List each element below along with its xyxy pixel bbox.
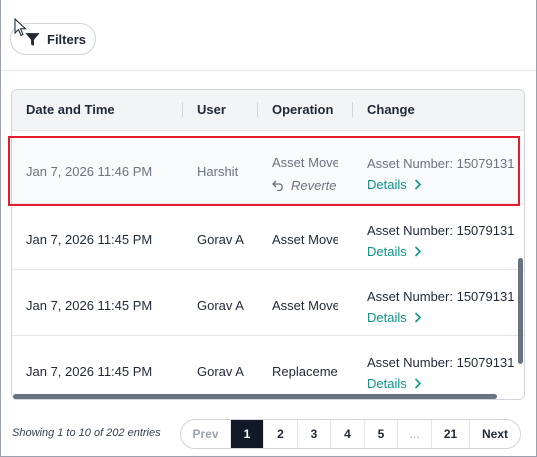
details-link[interactable]: Details <box>367 310 422 325</box>
operation-cell: Asset Move <box>272 232 338 247</box>
table-row[interactable]: Jan 7, 2026 11:45 PM Gorav A Asset Move … <box>12 270 524 336</box>
operation-cell: Asset Move <box>272 155 338 170</box>
operation-cell: Asset Move <box>272 298 338 313</box>
details-link[interactable]: Details <box>367 244 422 259</box>
details-label: Details <box>367 310 407 325</box>
change-cell: Asset Number: 15079131 <box>367 289 515 304</box>
audit-table: Date and Time User Operation Change Jan … <box>11 89 525 400</box>
chevron-right-icon <box>414 378 421 389</box>
table-header: Date and Time User Operation Change <box>12 90 524 131</box>
page-button-1[interactable]: 1 <box>231 420 264 448</box>
app-frame: Filters Date and Time User Operation Cha… <box>0 0 537 457</box>
page-button-21[interactable]: 21 <box>432 420 470 448</box>
change-cell: Asset Number: 15079131 <box>367 355 515 370</box>
next-page-button[interactable]: Next <box>470 420 520 448</box>
date-cell: Jan 7, 2026 11:45 PM <box>26 364 153 379</box>
date-cell: Jan 7, 2026 11:45 PM <box>26 298 153 313</box>
details-link[interactable]: Details <box>367 376 422 391</box>
table-row[interactable]: Jan 7, 2026 11:46 PM Harshit Asset Move … <box>12 138 524 204</box>
chevron-right-icon <box>414 312 421 323</box>
date-cell: Jan 7, 2026 11:46 PM <box>26 164 153 179</box>
column-divider <box>182 102 183 117</box>
page-button-2[interactable]: 2 <box>264 420 298 448</box>
column-header-change[interactable]: Change <box>367 102 415 117</box>
date-cell: Jan 7, 2026 11:45 PM <box>26 232 153 247</box>
details-label: Details <box>367 244 407 259</box>
mouse-cursor-icon <box>14 18 27 37</box>
user-cell: Gorav A <box>197 298 244 313</box>
change-cell: Asset Number: 15079131 <box>367 223 515 238</box>
user-cell: Harshit <box>197 164 239 179</box>
reverted-status: Reverte <box>272 178 338 193</box>
toolbar: Filters <box>1 0 536 71</box>
page-ellipsis: ... <box>398 420 432 448</box>
user-cell: Gorav A <box>197 364 244 379</box>
page-button-4[interactable]: 4 <box>331 420 365 448</box>
undo-arrow-icon <box>272 180 283 191</box>
filters-label: Filters <box>47 31 87 47</box>
pagination: Prev 1 2 3 4 5 ... 21 Next <box>180 419 521 449</box>
change-cell: Asset Number: 15079131 <box>367 156 515 171</box>
page-button-5[interactable]: 5 <box>365 420 398 448</box>
pagination-summary: Showing 1 to 10 of 202 entries <box>12 427 161 439</box>
column-header-operation[interactable]: Operation <box>272 102 333 117</box>
reverted-label: Reverte <box>291 178 337 193</box>
page-button-3[interactable]: 3 <box>298 420 331 448</box>
chevron-right-icon <box>414 246 421 257</box>
column-divider <box>352 102 353 117</box>
table-row[interactable]: Jan 7, 2026 11:45 PM Gorav A Replaceme A… <box>12 336 524 399</box>
column-divider <box>257 102 258 117</box>
chevron-right-icon <box>414 179 421 190</box>
operation-cell: Replaceme <box>272 364 338 379</box>
column-header-user[interactable]: User <box>197 102 226 117</box>
prev-page-button[interactable]: Prev <box>181 420 231 448</box>
details-link[interactable]: Details <box>367 177 422 192</box>
details-label: Details <box>367 376 407 391</box>
table-row[interactable]: Jan 7, 2026 11:45 PM Gorav A Asset Move … <box>12 204 524 270</box>
column-header-date[interactable]: Date and Time <box>26 102 115 117</box>
user-cell: Gorav A <box>197 232 244 247</box>
vertical-scrollbar[interactable] <box>518 258 523 364</box>
details-label: Details <box>367 177 407 192</box>
horizontal-scrollbar[interactable] <box>13 394 497 399</box>
